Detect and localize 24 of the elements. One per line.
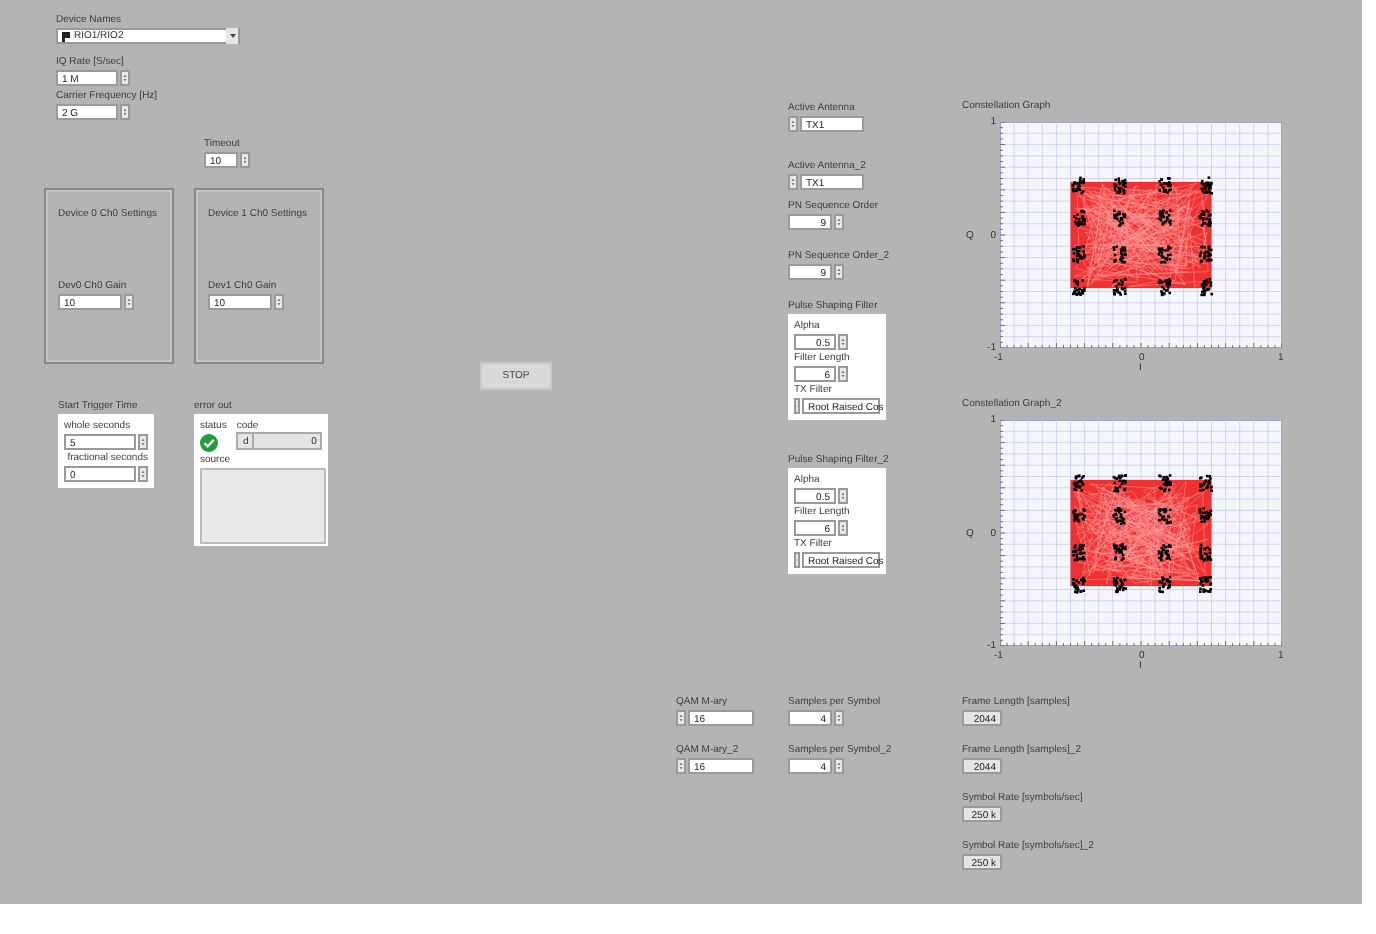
up-down-arrows-icon[interactable] — [788, 116, 798, 132]
up-down-arrows-icon[interactable] — [124, 294, 134, 310]
up-down-arrows-icon[interactable] — [838, 334, 848, 350]
up-down-arrows-icon[interactable] — [834, 264, 844, 280]
caret-icon — [229, 34, 235, 38]
up-down-arrows-icon[interactable] — [838, 520, 848, 536]
up-down-arrows-icon[interactable] — [676, 758, 686, 774]
up-down-arrows-icon[interactable] — [120, 70, 130, 86]
up-down-arrows-icon[interactable] — [676, 710, 686, 726]
up-down-arrows-icon[interactable] — [834, 758, 844, 774]
up-down-arrows-icon[interactable] — [834, 214, 844, 230]
source-display — [200, 468, 326, 544]
up-down-arrows-icon[interactable] — [138, 466, 148, 482]
up-down-arrows-icon[interactable] — [834, 710, 844, 726]
up-down-arrows-icon[interactable] — [120, 104, 130, 120]
up-down-arrows-icon[interactable] — [788, 174, 798, 190]
up-down-arrows-icon[interactable] — [838, 366, 848, 382]
up-down-arrows-icon[interactable] — [838, 488, 848, 504]
up-down-arrows-icon[interactable] — [274, 294, 284, 310]
up-down-arrows-icon[interactable] — [240, 152, 250, 168]
io-name-icon — [62, 31, 70, 41]
up-down-arrows-icon[interactable] — [138, 434, 148, 450]
up-down-arrows-icon[interactable] — [794, 552, 800, 568]
up-down-arrows-icon[interactable] — [794, 398, 800, 414]
